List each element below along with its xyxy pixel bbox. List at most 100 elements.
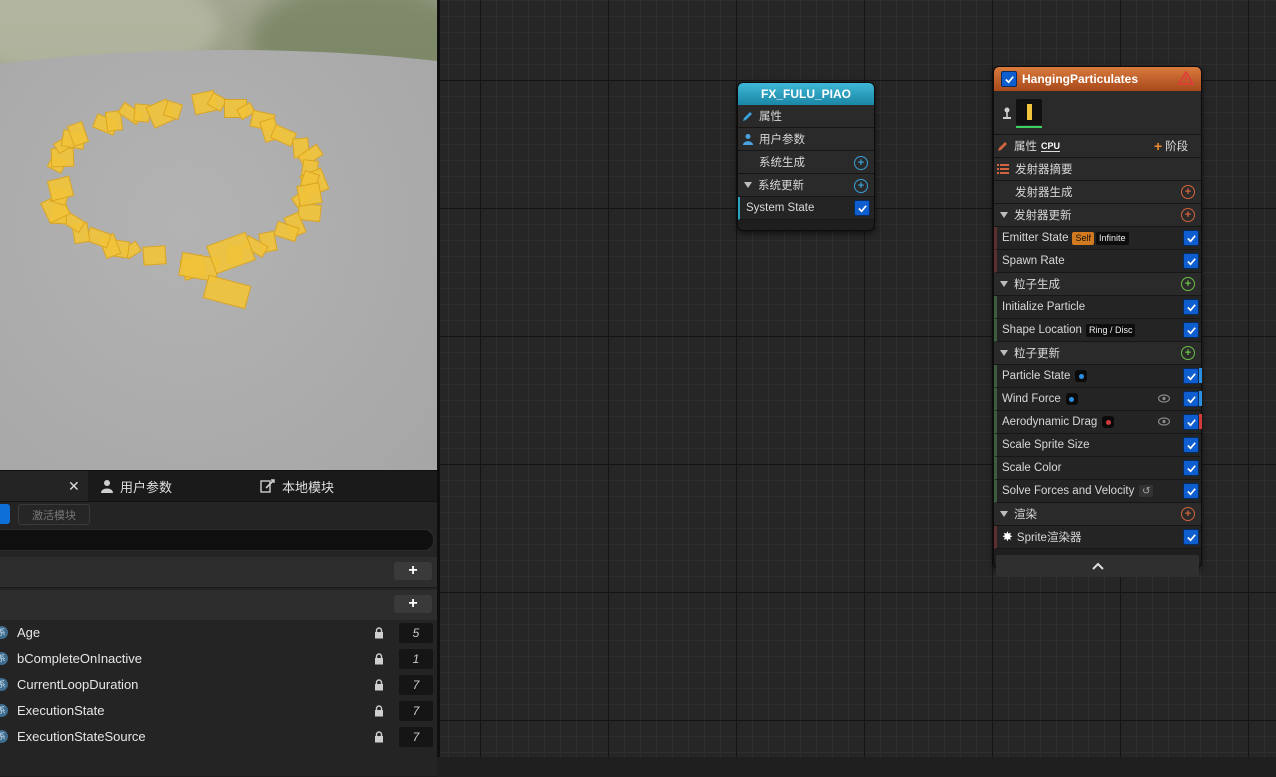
module-enable-checkbox[interactable] — [1183, 460, 1199, 476]
render-row[interactable]: 渲染 + — [994, 503, 1201, 526]
module-enable-checkbox[interactable] — [1183, 437, 1199, 453]
emitter-summary-row[interactable]: 发射器摘要 — [994, 158, 1201, 181]
system-user-params-label: 用户参数 — [759, 134, 805, 146]
search-input[interactable] — [0, 529, 434, 551]
preview-viewport[interactable] — [0, 0, 437, 470]
param-value[interactable]: 1 — [399, 649, 433, 669]
check-icon — [1186, 418, 1196, 426]
lock-icon — [375, 705, 383, 717]
param-name: Age — [17, 625, 41, 640]
wind-force-module[interactable]: Wind Force — [994, 388, 1202, 411]
collapse-node-button[interactable] — [996, 555, 1199, 577]
param-row[interactable]: 系 ExecutionStateSource 7 — [0, 724, 437, 751]
aerodynamic-drag-module[interactable]: Aerodynamic Drag — [994, 411, 1202, 434]
scale-color-module[interactable]: Scale Color — [994, 457, 1201, 480]
add-parameter-button[interactable]: + — [394, 595, 432, 613]
tab-user-params[interactable]: 用户参数 — [100, 471, 172, 501]
add-module-button[interactable]: + — [1181, 346, 1195, 360]
infinite-chip: Infinite — [1095, 231, 1129, 245]
system-state-checkbox[interactable] — [854, 200, 870, 216]
system-param-icon: 系 — [0, 704, 8, 717]
collapse-arrow-icon[interactable] — [1000, 212, 1008, 218]
stage-button-label: 阶段 — [1165, 141, 1189, 153]
shape-location-module[interactable]: Shape Location Ring / Disc — [994, 319, 1201, 342]
emitter-enable-checkbox[interactable] — [1001, 71, 1017, 87]
activate-module-button[interactable]: 激活模块 — [18, 504, 90, 525]
add-renderer-button[interactable]: + — [1181, 507, 1195, 521]
tab-local-modules[interactable]: 本地模块 — [260, 471, 334, 501]
module-enable-checkbox[interactable] — [1183, 414, 1199, 430]
module-enable-checkbox[interactable] — [1183, 230, 1199, 246]
param-value[interactable]: 7 — [399, 701, 433, 721]
add-parameter-button[interactable]: + — [394, 562, 432, 580]
particle-state-module[interactable]: Particle State — [994, 365, 1202, 388]
pin-icon[interactable] — [1002, 106, 1012, 120]
module-enable-checkbox[interactable] — [1183, 299, 1199, 315]
solve-forces-label: Solve Forces and Velocity — [1002, 485, 1135, 497]
solve-forces-module[interactable]: Solve Forces and Velocity ↺ — [994, 480, 1201, 503]
emitter-properties-row[interactable]: 属性 CPU + 阶段 — [994, 135, 1201, 158]
param-value[interactable]: 7 — [399, 727, 433, 747]
system-node-header[interactable]: FX_FULU_PIAO — [738, 83, 874, 105]
module-enable-checkbox[interactable] — [1183, 529, 1199, 545]
system-properties-row[interactable]: 属性 — [738, 105, 874, 128]
param-value[interactable]: 5 — [399, 623, 433, 643]
add-module-button[interactable]: + — [1181, 277, 1195, 291]
check-icon — [1186, 441, 1196, 449]
reset-icon[interactable]: ↺ — [1139, 485, 1154, 497]
lock-icon — [375, 627, 383, 639]
param-value[interactable]: 7 — [399, 675, 433, 695]
close-icon[interactable]: ✕ — [68, 478, 80, 495]
param-row[interactable]: 系 ExecutionState 7 — [0, 698, 437, 725]
param-row[interactable]: 系 Age 5 — [0, 620, 437, 647]
initialize-particle-module[interactable]: Initialize Particle — [994, 296, 1201, 319]
check-icon — [1186, 257, 1196, 265]
param-section-header: + — [0, 590, 437, 621]
sprite-renderer-module[interactable]: ✸ Sprite渲染器 — [994, 526, 1201, 549]
add-module-button[interactable]: + — [854, 156, 868, 170]
param-row[interactable]: 系 CurrentLoopDuration 7 — [0, 672, 437, 699]
param-row[interactable] — [0, 750, 437, 777]
user-icon — [101, 480, 113, 493]
warning-icon[interactable] — [1178, 71, 1194, 85]
stage-button[interactable]: + 阶段 — [1154, 138, 1188, 154]
spawn-rate-module[interactable]: Spawn Rate — [994, 250, 1201, 273]
emitter-thumbnail[interactable] — [1016, 99, 1042, 125]
emitter-update-row[interactable]: 发射器更新 + — [994, 204, 1201, 227]
ring-disc-chip: Ring / Disc — [1085, 323, 1136, 337]
mode-toggle-button[interactable] — [0, 504, 10, 524]
module-enable-checkbox[interactable] — [1183, 253, 1199, 269]
add-module-button[interactable]: + — [1181, 208, 1195, 222]
system-user-params-row[interactable]: 用户参数 — [738, 128, 874, 151]
particle-update-row[interactable]: 粒子更新 + — [994, 342, 1201, 365]
scale-sprite-size-module[interactable]: Scale Sprite Size — [994, 434, 1201, 457]
eye-icon[interactable] — [1158, 417, 1170, 426]
collapse-arrow-icon[interactable] — [1000, 350, 1008, 356]
param-row[interactable]: 系 bCompleteOnInactive 1 — [0, 646, 437, 673]
particle-spawn-row[interactable]: 粒子生成 + — [994, 273, 1201, 296]
system-spawn-row[interactable]: 系统生成 + — [738, 151, 874, 174]
add-module-button[interactable]: + — [1181, 185, 1195, 199]
system-state-module[interactable]: System State — [738, 197, 874, 220]
emitter-spawn-row[interactable]: 发射器生成 + — [994, 181, 1201, 204]
aerodynamic-drag-label: Aerodynamic Drag — [1002, 416, 1098, 428]
collapse-arrow-icon[interactable] — [744, 182, 752, 188]
collapse-arrow-icon[interactable] — [1000, 511, 1008, 517]
emitter-state-module[interactable]: Emitter State Self Infinite — [994, 227, 1201, 250]
eye-icon[interactable] — [1158, 394, 1170, 403]
module-enable-checkbox[interactable] — [1183, 368, 1199, 384]
emitter-node[interactable]: HangingParticulates 属性 CPU + 阶段 发射器摘要 发射… — [993, 66, 1202, 577]
node-graph[interactable]: FX_FULU_PIAO 属性 用户参数 系统生成 + 系统更新 + Syste… — [440, 0, 1276, 757]
emitter-state-label: Emitter State — [1002, 232, 1069, 244]
collapse-arrow-icon[interactable] — [1000, 281, 1008, 287]
module-enable-checkbox[interactable] — [1183, 322, 1199, 338]
check-icon — [1186, 326, 1196, 334]
system-update-row[interactable]: 系统更新 + — [738, 174, 874, 197]
emitter-node-header[interactable]: HangingParticulates — [994, 67, 1201, 91]
module-enable-checkbox[interactable] — [1183, 483, 1199, 499]
system-node[interactable]: FX_FULU_PIAO 属性 用户参数 系统生成 + 系统更新 + Syste… — [737, 82, 875, 231]
lock-icon — [375, 679, 383, 691]
add-module-button[interactable]: + — [854, 179, 868, 193]
module-enable-checkbox[interactable] — [1183, 391, 1199, 407]
shape-location-label: Shape Location — [1002, 324, 1082, 336]
